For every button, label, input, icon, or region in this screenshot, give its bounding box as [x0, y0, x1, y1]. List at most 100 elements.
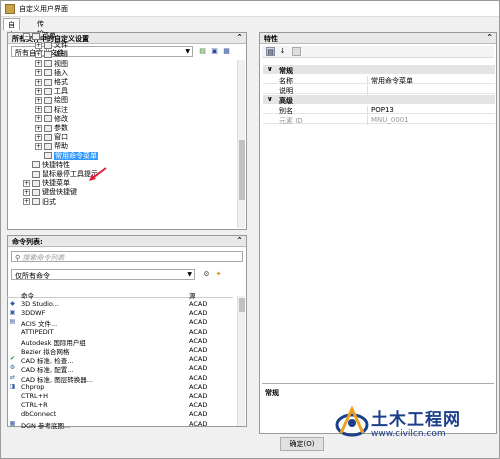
command-row[interactable]: ⚙ CAD 标准, 配置... ACAD — [7, 363, 233, 374]
tree-item[interactable]: + 旧式 — [23, 197, 56, 207]
expand-node-icon[interactable]: + — [35, 69, 42, 77]
tab-transfer[interactable]: 传输 — [33, 18, 48, 38]
menu-node-icon — [44, 106, 52, 114]
tree-item-label: 帮助 — [54, 142, 68, 151]
command-chprop-icon: ◨ — [9, 382, 16, 390]
command-row[interactable]: CTRL+H ACAD — [7, 391, 233, 400]
command-source: ACAD — [189, 336, 208, 345]
tree-item-label: 视图 — [54, 59, 68, 68]
menu-node-icon — [32, 188, 40, 196]
find-command-icon[interactable]: ⚙ — [202, 270, 211, 279]
tree-item-label: 键盘快捷键 — [42, 188, 77, 197]
collapse-icon[interactable]: ⌃ — [486, 33, 493, 42]
property-row[interactable]: 元素 ID MNU_0001 — [263, 115, 495, 125]
command-cfg-icon: ⚙ — [9, 364, 16, 372]
expand-node-icon[interactable]: + — [35, 142, 42, 150]
tab-customize[interactable]: 自定义 — [3, 18, 20, 49]
menu-node-icon — [44, 78, 52, 86]
menu-node-icon — [44, 124, 52, 132]
command-source: ACAD — [189, 401, 208, 410]
command-list-scrollbar-thumb[interactable] — [239, 298, 245, 312]
command-conv-icon: ⇄ — [9, 373, 16, 381]
tree-item-label: 菜单 — [42, 32, 56, 40]
tree-item-label: 修改 — [54, 114, 68, 123]
command-blank-icon — [9, 346, 16, 353]
command-table-header: 命令 源 — [7, 289, 233, 300]
tree-scrollbar-thumb[interactable] — [239, 140, 245, 200]
alphabetical-sort-icon[interactable]: ↓ — [278, 47, 287, 56]
title-bar: 自定义用户界面 — [1, 1, 499, 17]
tree-item-label: 标注 — [54, 105, 68, 114]
command-blank-icon — [9, 328, 16, 335]
categorized-view-icon[interactable]: ▤ — [266, 47, 275, 56]
command-row[interactable]: ▣ 3DDWF ACAD — [7, 308, 233, 317]
watermark-text: 土木工程网 — [371, 410, 461, 430]
command-row[interactable]: ⇄ CAD 标准, 图层转换器... ACAD — [7, 373, 233, 384]
command-row[interactable]: ATTIPEDIT ACAD — [7, 327, 233, 336]
command-source: ACAD — [189, 309, 208, 318]
command-row[interactable]: ◆ 3D Studio... ACAD — [7, 299, 233, 308]
command-search-input[interactable]: ⚲ 搜索命令列表 — [11, 251, 243, 262]
property-pages-icon[interactable] — [292, 47, 301, 56]
collapse-node-icon[interactable]: − — [23, 32, 30, 40]
tree-item-label: 格式 — [54, 78, 68, 86]
expand-node-icon[interactable]: + — [35, 115, 42, 123]
expand-node-icon[interactable]: + — [35, 78, 42, 86]
search-icon: ⚲ — [15, 254, 21, 262]
command-filter-select[interactable]: 仅所有命令 ▼ — [11, 269, 195, 280]
tree-item-label: 编辑 — [54, 50, 68, 59]
command-name: 3DDWF — [21, 309, 46, 318]
command-row[interactable]: ▦ DGN 参考底图... ACAD — [7, 419, 233, 430]
property-value[interactable]: POP13 — [367, 106, 394, 115]
expand-node-icon[interactable]: + — [35, 87, 42, 95]
expand-node-icon[interactable]: + — [35, 50, 42, 58]
command-row[interactable]: ◨ Chprop ACAD — [7, 382, 233, 391]
property-row[interactable]: 说明 — [263, 85, 495, 95]
command-3dwf-icon: ▣ — [9, 309, 16, 317]
expand-node-icon[interactable]: + — [35, 60, 42, 68]
expand-node-icon[interactable]: + — [35, 124, 42, 132]
menu-node-icon — [32, 161, 40, 169]
command-row[interactable]: ✔ CAD 标准, 检查... ACAD — [7, 354, 233, 365]
menu-node-icon — [44, 41, 52, 49]
property-value[interactable]: MNU_0001 — [367, 116, 409, 125]
property-value[interactable]: 常用命令菜单 — [367, 76, 413, 85]
menu-node-icon — [32, 198, 40, 206]
expand-node-icon[interactable]: + — [23, 188, 30, 196]
command-name: CTRL+R — [21, 401, 48, 410]
expand-node-icon[interactable]: + — [23, 179, 30, 187]
tree-scrollbar[interactable] — [237, 60, 245, 228]
expand-node-icon[interactable]: + — [35, 133, 42, 141]
property-row[interactable]: 名称 常用命令菜单 — [263, 75, 495, 85]
new-command-icon[interactable]: ✦ — [214, 270, 223, 279]
expand-node-icon[interactable]: + — [35, 96, 42, 104]
menu-node-icon — [44, 115, 52, 123]
expand-node-icon[interactable]: + — [35, 41, 42, 49]
command-source: ACAD — [189, 300, 208, 308]
watermark-emblem-icon — [335, 405, 369, 437]
command-name: DGN 参考底图... — [21, 421, 71, 430]
command-row[interactable]: ▤ ACIS 文件... ACAD — [7, 317, 233, 328]
command-source: ACAD — [189, 392, 208, 400]
property-value[interactable] — [367, 86, 371, 95]
ok-button[interactable]: 确定(O) — [280, 437, 324, 451]
property-row[interactable]: 别名 POP13 — [263, 105, 495, 115]
command-row[interactable]: CTRL+R ACAD — [7, 400, 233, 409]
expand-node-icon[interactable]: + — [23, 198, 30, 206]
expand-node-icon[interactable]: + — [35, 106, 42, 114]
collapse-icon[interactable]: ⌃ — [236, 236, 243, 245]
command-list-scrollbar[interactable] — [237, 296, 245, 426]
command-filter-value: 仅所有命令 — [15, 272, 50, 280]
menu-node-icon — [32, 179, 40, 187]
category-collapse-icon[interactable]: ∨ — [267, 95, 273, 103]
command-row[interactable]: Autodesk 国际用户组 ACAD — [7, 336, 233, 347]
command-row[interactable]: dbConnect ACAD — [7, 409, 233, 418]
command-row[interactable]: Bezier 拟合网格 ACAD — [7, 345, 233, 356]
app-icon — [5, 4, 15, 14]
collapse-icon[interactable]: ⌃ — [236, 33, 243, 42]
command-search-placeholder: 搜索命令列表 — [22, 254, 65, 262]
menu-node-icon — [44, 50, 52, 58]
category-collapse-icon[interactable]: ∨ — [267, 65, 273, 73]
property-category[interactable]: ∨ 常规 — [263, 65, 495, 75]
property-category[interactable]: ∨ 高级 — [263, 95, 495, 105]
